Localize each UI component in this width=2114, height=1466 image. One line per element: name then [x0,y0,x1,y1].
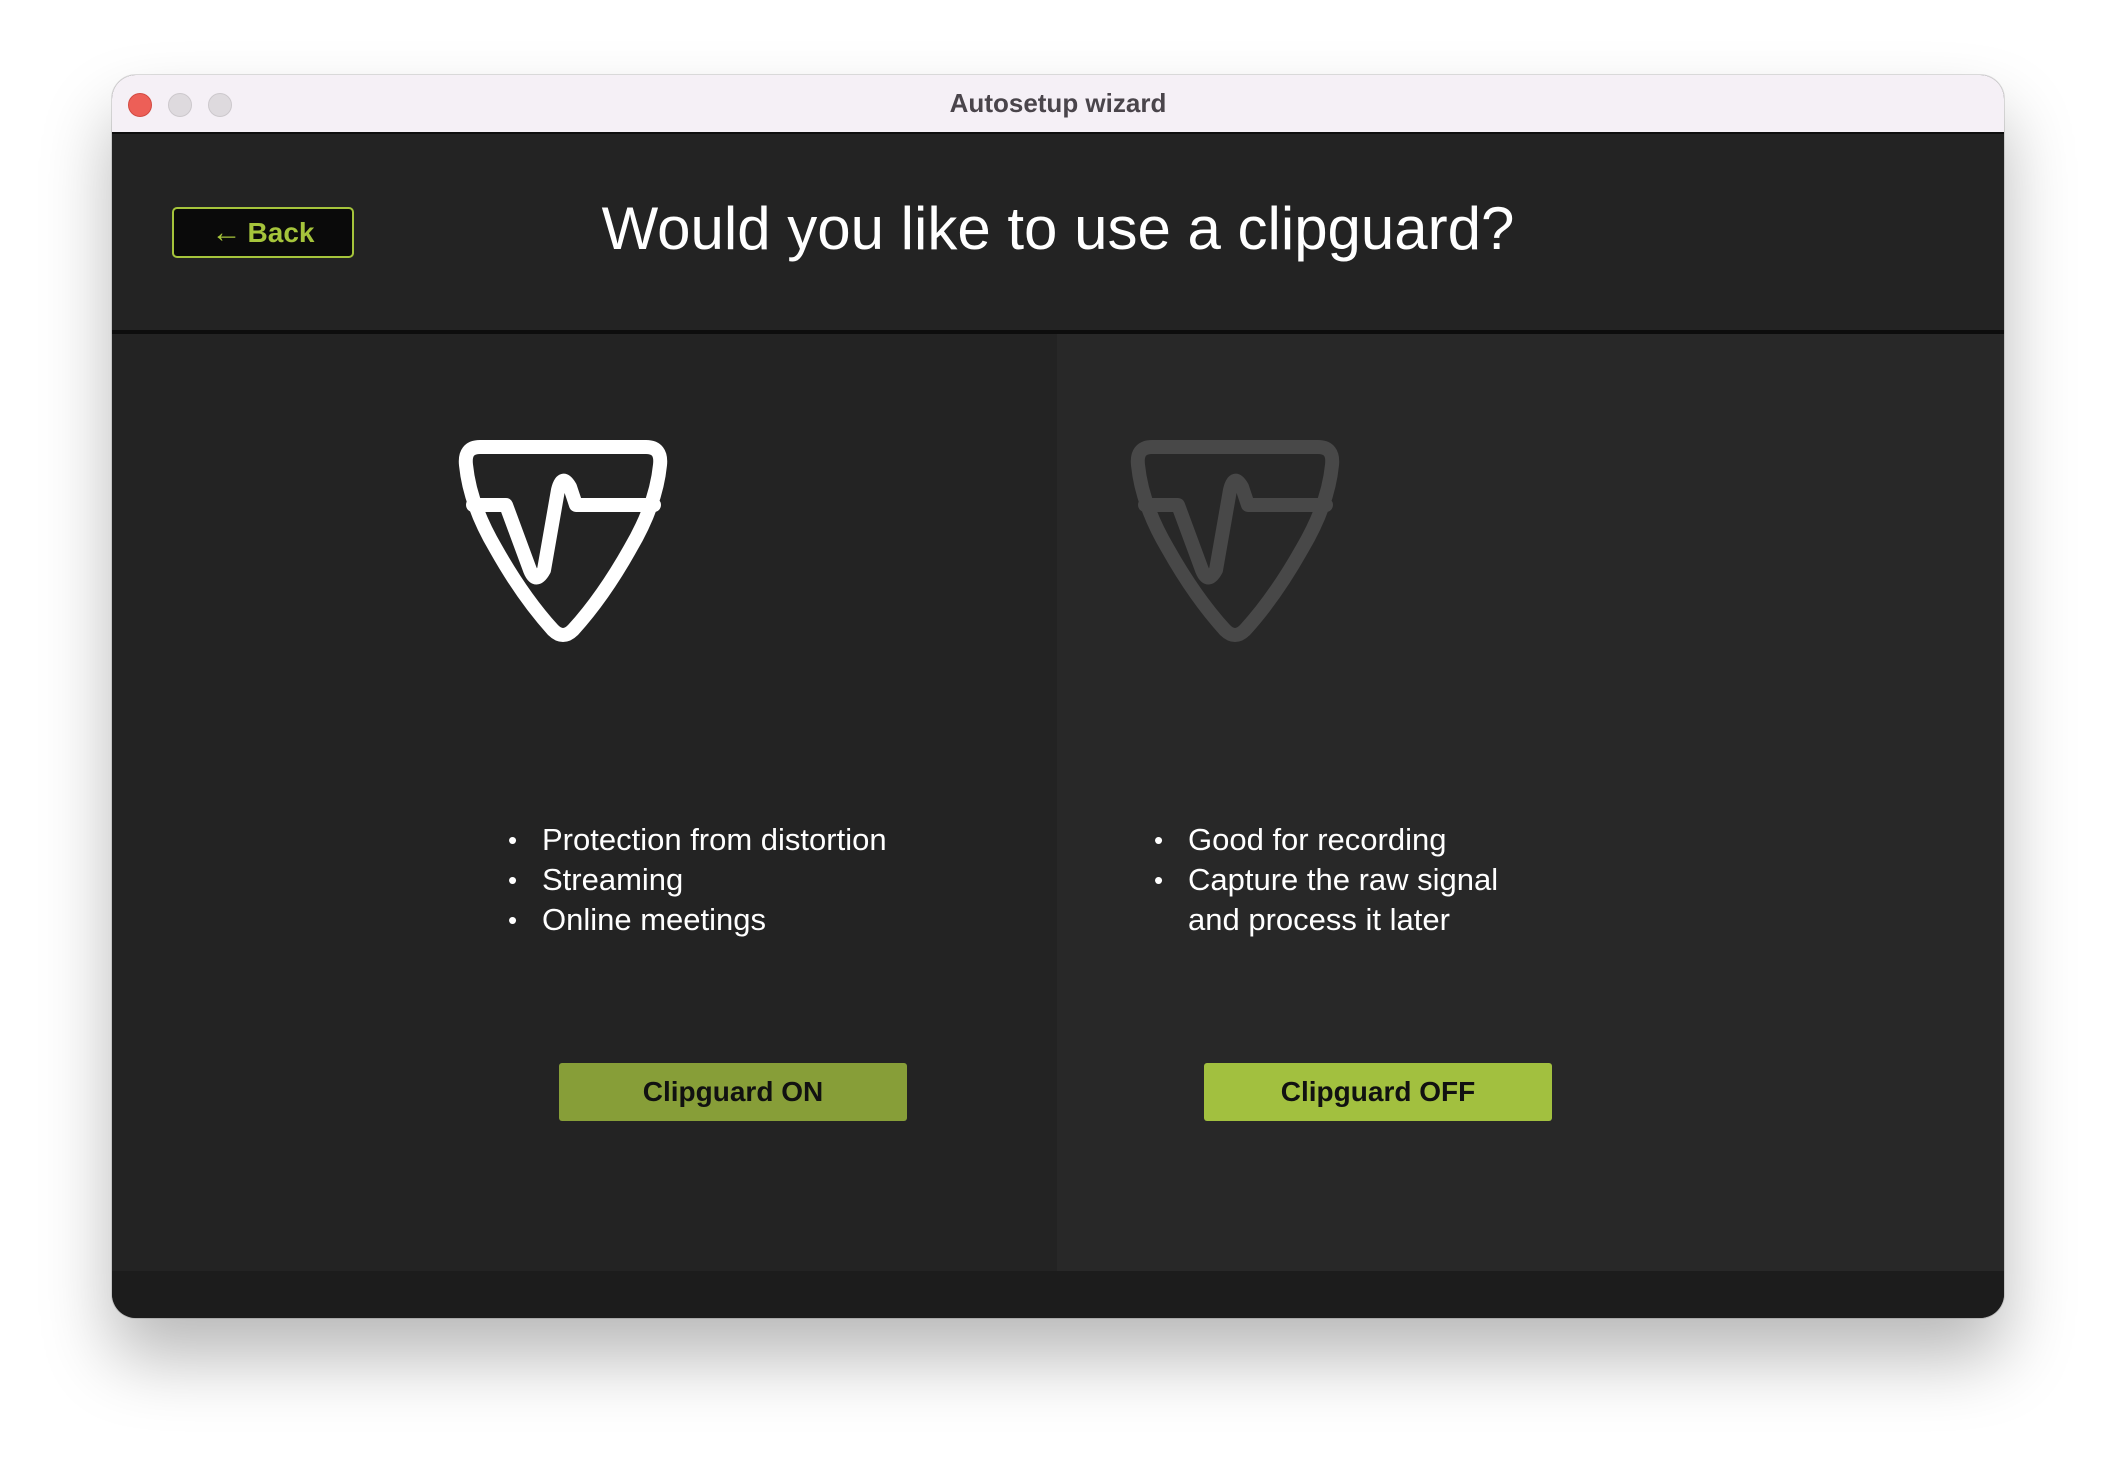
wizard-header: ← Back Would you like to use a clipguard… [112,134,2004,334]
list-item-continuation: and process it later [1188,902,1450,937]
footer-bar [112,1271,2004,1318]
list-item: Protection from distortion [508,820,887,860]
clipguard-off-button[interactable]: Clipguard OFF [1204,1063,1552,1121]
clipguard-shield-icon [1130,440,1340,642]
clipguard-off-features: Good for recording Capture the raw signa… [1154,820,1498,940]
clipguard-on-features: Protection from distortion Streaming Onl… [508,820,887,940]
window-title: Autosetup wizard [949,88,1167,118]
list-item: Online meetings [508,900,887,940]
list-item: Streaming [508,860,887,900]
list-item: Good for recording [1154,820,1498,860]
list-item: Capture the raw signal [1154,860,1498,900]
title-bar: Autosetup wizard [112,75,2004,134]
clipguard-shield-icon [458,440,668,642]
clipguard-on-button[interactable]: Clipguard ON [559,1063,907,1121]
wizard-window: Autosetup wizard ← Back Would you like t… [112,75,2004,1318]
page-title: Would you like to use a clipguard? [601,195,1515,262]
